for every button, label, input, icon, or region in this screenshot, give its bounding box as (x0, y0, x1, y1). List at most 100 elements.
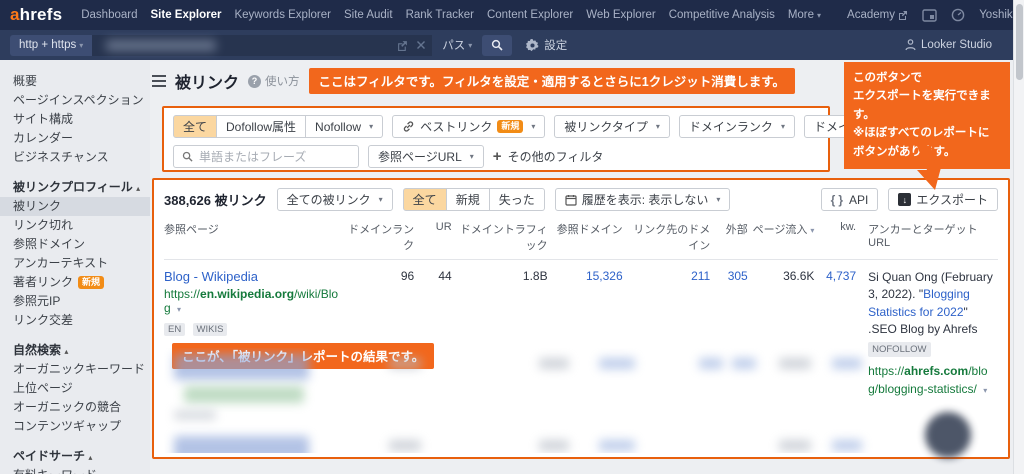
follow-filter-group: 全て Dofollow属性 Nofollow ▾ (173, 115, 384, 138)
braces-icon: { } (830, 192, 845, 207)
chevron-down-icon: ▾ (531, 122, 536, 131)
report-sidebar: 概要 ページインスペクション サイト構成 カレンダー ビジネスチャンス 被リンク… (0, 60, 150, 474)
sidebar-item-anchors[interactable]: アンカーテキスト (0, 254, 150, 273)
sidebar-toggle-icon[interactable] (152, 75, 166, 87)
scrollbar-thumb[interactable] (1016, 4, 1023, 80)
main-content: 被リンク ? 使い方 ここはフィルタです。フィルタを設定・適用するとさらに1クレ… (150, 60, 1013, 474)
backlink-type-dropdown[interactable]: 被リンクタイプ ▾ (554, 115, 670, 138)
col-anchor-target[interactable]: アンカーとターゲットURL (856, 221, 994, 253)
status-tab-group: 全て 新規 失った (402, 188, 545, 211)
chevron-down-icon: ▾ (79, 40, 84, 50)
filters-panel: 全て Dofollow属性 Nofollow ▾ ベストリンク 新規 ▾ 被リンク… (162, 106, 956, 172)
sidebar-item-ref-ips[interactable]: 参照元IP (0, 292, 150, 311)
phrase-search-input[interactable]: 単語またはフレーズ (173, 145, 359, 168)
sidebar-item-site-structure[interactable]: サイト構成 (0, 110, 150, 129)
results-count: 388,626 被リンク (164, 193, 267, 208)
sidebar-item-organic-competitors[interactable]: オーガニックの競合 (0, 398, 150, 417)
sidebar-item-ref-domains[interactable]: 参照ドメイン (0, 235, 150, 254)
nav-keywords-explorer[interactable]: Keywords Explorer (234, 9, 331, 21)
col-domain-traffic[interactable]: ドメイントラフィック (452, 221, 548, 253)
gauge-icon[interactable] (951, 8, 965, 22)
question-icon: ? (248, 74, 262, 88)
chevron-down-icon: ▾ (177, 305, 182, 314)
nav-content-explorer[interactable]: Content Explorer (487, 9, 573, 21)
link-icon (403, 121, 414, 132)
nav-more[interactable]: More ▾ (788, 9, 821, 21)
chevron-down-icon: ▾ (780, 122, 785, 131)
sidebar-section-organic-search[interactable]: 自然検索 ▴ (0, 330, 150, 360)
sidebar-item-top-pages[interactable]: 上位ページ (0, 379, 150, 398)
chevron-down-icon: ▾ (716, 195, 721, 204)
col-ur[interactable]: UR (414, 221, 452, 253)
sidebar-section-backlink-profile[interactable]: 被リンクプロフィール ▴ (0, 167, 150, 197)
chevron-up-icon: ▴ (136, 184, 141, 193)
person-icon (905, 39, 916, 51)
backlink-group-dropdown[interactable]: 全ての被リンク ▾ (276, 188, 393, 211)
chevron-down-icon: ▾ (655, 122, 660, 131)
chevron-up-icon: ▴ (88, 453, 93, 462)
col-ref-domains[interactable]: 参照ドメイン (548, 221, 623, 253)
ref-page-title-link[interactable]: Blog - Wikipedia (164, 269, 258, 284)
more-filters-button[interactable]: + その他のフィルタ (493, 148, 604, 165)
settings-button[interactable]: 設定 (526, 37, 567, 53)
col-linked-domains[interactable]: リンク先のドメイン (623, 221, 710, 253)
plus-icon: + (492, 148, 502, 165)
sidebar-item-overview[interactable]: 概要 (0, 72, 150, 91)
filter-annotation: ここはフィルタです。フィルタを設定・適用するとさらに1クレジット消費します。 (308, 68, 795, 94)
nav-site-audit[interactable]: Site Audit (344, 9, 393, 21)
looker-studio-link[interactable]: Looker Studio (905, 39, 992, 51)
target-url-input[interactable] (92, 34, 433, 56)
lang-tag: EN (164, 323, 186, 336)
col-domain-rank[interactable]: ドメインランク (339, 221, 414, 253)
browser-icon[interactable] (922, 8, 937, 22)
nav-site-explorer[interactable]: Site Explorer (151, 9, 222, 21)
tab-lost[interactable]: 失った (489, 188, 545, 211)
domain-rank-dropdown[interactable]: ドメインランク ▾ (678, 115, 795, 138)
external-link-icon (899, 10, 908, 20)
sidebar-item-page-inspection[interactable]: ページインスペクション (0, 91, 150, 110)
sidebar-item-organic-keywords[interactable]: オーガニックキーワード (0, 360, 150, 379)
history-dropdown[interactable]: 履歴を表示: 表示しない ▾ (554, 188, 731, 211)
sidebar-item-author-links[interactable]: 著者リンク 新規 (0, 273, 150, 292)
chevron-down-icon: ▾ (468, 40, 473, 50)
sidebar-item-link-intersect[interactable]: リンク交差 (0, 311, 150, 330)
chevron-down-icon: ▾ (378, 195, 383, 204)
best-links-dropdown[interactable]: ベストリンク 新規 ▾ (392, 115, 546, 138)
api-button[interactable]: { } API (820, 188, 879, 211)
sidebar-item-backlinks[interactable]: 被リンク (0, 197, 150, 216)
filter-all-button[interactable]: 全て (173, 115, 218, 138)
tab-new[interactable]: 新規 (446, 188, 490, 211)
col-external[interactable]: 外部 (710, 221, 748, 253)
sidebar-item-opportunities[interactable]: ビジネスチャンス (0, 148, 150, 167)
ref-page-url[interactable]: https://en.wikipedia.org/wiki/Blog ▾ (164, 287, 339, 315)
nav-dashboard[interactable]: Dashboard (81, 9, 137, 21)
sidebar-item-paid-keywords[interactable]: 有料キーワード (0, 466, 150, 474)
tooltip-arrow-icon (917, 146, 943, 190)
nav-rank-tracker[interactable]: Rank Tracker (406, 9, 474, 21)
nav-academy[interactable]: Academy (847, 9, 908, 21)
filter-nofollow-dropdown[interactable]: Nofollow ▾ (306, 115, 384, 138)
ahrefs-logo[interactable]: ahrefs (10, 5, 62, 25)
sidebar-section-paid-search[interactable]: ペイドサーチ ▴ (0, 436, 150, 466)
clear-icon[interactable] (416, 40, 426, 50)
nav-competitive-analysis[interactable]: Competitive Analysis (669, 9, 775, 21)
search-button[interactable] (482, 34, 513, 56)
sidebar-item-content-gap[interactable]: コンテンツギャップ (0, 417, 150, 436)
page-scrollbar[interactable] (1013, 0, 1024, 474)
tab-all[interactable]: 全て (402, 188, 447, 211)
sidebar-item-broken-links[interactable]: リンク切れ (0, 216, 150, 235)
col-kw[interactable]: kw. (814, 221, 856, 253)
nav-web-explorer[interactable]: Web Explorer (586, 9, 655, 21)
chat-widget-blurred[interactable] (925, 412, 971, 458)
sidebar-item-calendar[interactable]: カレンダー (0, 129, 150, 148)
path-mode-dropdown[interactable]: パス ▾ (432, 37, 482, 53)
export-button[interactable]: ↓ エクスポート (888, 188, 998, 211)
col-page-views[interactable]: ページ流入 ▾ (748, 221, 815, 253)
protocol-dropdown[interactable]: http + https ▾ (10, 34, 93, 56)
col-ref-page[interactable]: 参照ページ (164, 221, 339, 253)
how-to-use-link[interactable]: ? 使い方 (248, 73, 300, 89)
filter-dofollow-button[interactable]: Dofollow属性 (217, 115, 307, 138)
open-external-icon[interactable] (397, 40, 408, 51)
ref-page-url-dropdown[interactable]: 参照ページURL ▾ (368, 145, 484, 168)
blurred-rows (164, 348, 998, 453)
